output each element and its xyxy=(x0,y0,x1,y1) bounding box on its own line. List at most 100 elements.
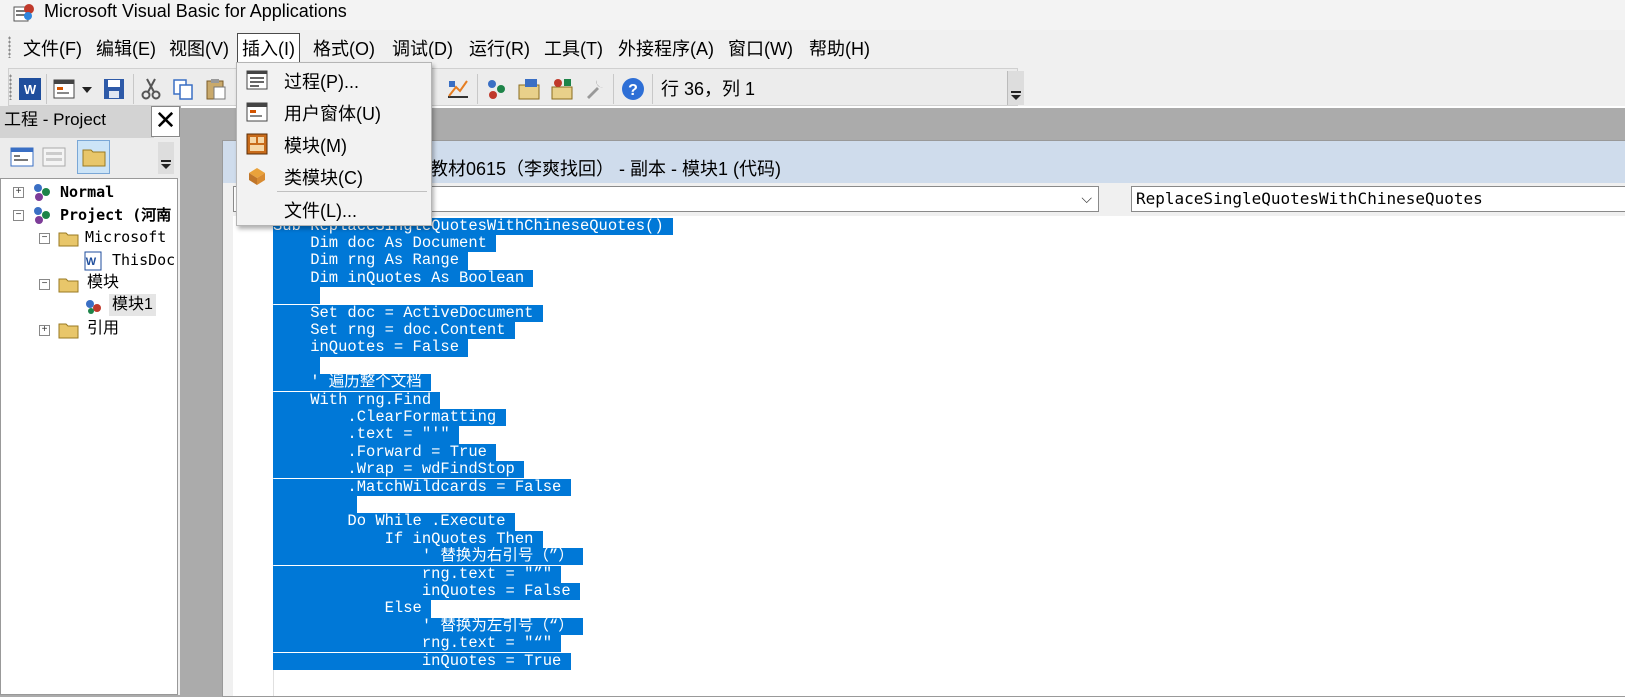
code-line[interactable]: ' 遍历整个文档 xyxy=(273,373,432,392)
menu-debug[interactable]: 调试(D) xyxy=(388,36,457,62)
tree-item-modules[interactable]: 模块 xyxy=(87,272,119,294)
title-bar: Microsoft Visual Basic for Applications xyxy=(0,0,1625,30)
word-document-icon: W xyxy=(84,251,102,271)
folder-open-icon xyxy=(58,232,79,247)
collapse-toggle[interactable]: − xyxy=(39,279,50,290)
insert-procedure-label: 过程(P)... xyxy=(284,72,359,92)
userform-icon[interactable] xyxy=(52,77,76,101)
save-icon[interactable] xyxy=(102,77,126,101)
insert-class-module-item[interactable]: 类模块(C) xyxy=(237,161,431,191)
insert-module-item[interactable]: 模块(M) xyxy=(237,129,431,159)
code-line[interactable]: ' 替换为右引号（”） xyxy=(273,547,584,566)
code-line[interactable]: rng.text = "”" xyxy=(273,565,562,583)
code-line[interactable] xyxy=(273,356,320,375)
project-node-icon xyxy=(34,184,50,201)
toolbar-grip[interactable] xyxy=(9,74,12,100)
code-line[interactable]: .text = "'" xyxy=(273,425,460,444)
view-code-icon[interactable] xyxy=(10,146,34,168)
code-line[interactable]: Dim rng As Range xyxy=(273,251,469,270)
project-explorer-panel: 工程 - Project ✕ + Normal − Project (河南 − … xyxy=(0,106,180,695)
window-title: Microsoft Visual Basic for Applications xyxy=(44,1,347,21)
insert-menu-dropdown: 过程(P)... 用户窗体(U) 模块(M) 类模块(C) 文件(L)... xyxy=(236,62,432,226)
menubar-grip[interactable] xyxy=(8,36,11,58)
dropdown-arrow-icon[interactable] xyxy=(79,77,95,101)
code-line[interactable]: Else xyxy=(273,599,432,618)
insert-file-item[interactable]: 文件(L)... xyxy=(237,194,431,224)
close-panel-button[interactable]: ✕ xyxy=(151,106,180,137)
menu-run[interactable]: 运行(R) xyxy=(465,36,534,62)
vba-app-icon xyxy=(13,4,34,22)
code-line[interactable]: .Forward = True xyxy=(273,443,497,462)
code-line[interactable]: rng.text = "“" xyxy=(273,634,562,653)
toggle-folders-button[interactable] xyxy=(77,140,110,174)
chevron-down-icon: ⌵ xyxy=(1081,190,1092,206)
module-icon xyxy=(246,133,268,155)
copy-icon[interactable] xyxy=(171,77,195,101)
code-line[interactable]: Set doc = ActiveDocument xyxy=(273,304,543,322)
cut-icon[interactable] xyxy=(139,77,163,101)
folder-icon xyxy=(82,149,106,167)
project-panel-toolbar xyxy=(0,138,180,178)
toolbar-separator xyxy=(133,74,134,104)
tree-item-references[interactable]: 引用 xyxy=(87,318,119,340)
code-line[interactable]: inQuotes = False xyxy=(273,582,580,601)
toolbar-overflow-button[interactable] xyxy=(1007,71,1024,105)
collapse-toggle[interactable]: − xyxy=(39,233,50,244)
menu-addins[interactable]: 外接程序(A) xyxy=(614,36,718,62)
collapse-toggle[interactable]: − xyxy=(13,210,24,221)
design-mode-icon[interactable] xyxy=(446,77,470,101)
properties-icon[interactable] xyxy=(517,77,541,101)
paste-icon[interactable] xyxy=(204,77,228,101)
word-icon[interactable]: W xyxy=(18,77,42,101)
menu-format[interactable]: 格式(O) xyxy=(309,36,379,62)
toolbox-icon[interactable] xyxy=(583,77,607,101)
svg-text:W: W xyxy=(86,256,97,268)
menu-file[interactable]: 文件(F) xyxy=(19,36,86,62)
code-margin[interactable] xyxy=(233,216,274,696)
view-object-icon[interactable] xyxy=(42,146,66,168)
tree-item-normal[interactable]: Normal xyxy=(60,181,114,203)
code-line[interactable] xyxy=(273,495,357,514)
code-line[interactable]: .Wrap = wdFindStop xyxy=(273,460,525,479)
menu-help[interactable]: 帮助(H) xyxy=(805,36,874,62)
code-line[interactable]: .MatchWildcards = False xyxy=(273,478,571,496)
tree-item-microsoft[interactable]: Microsoft xyxy=(85,226,166,248)
expand-toggle[interactable]: + xyxy=(13,187,24,198)
code-line[interactable]: Set rng = doc.Content xyxy=(273,321,515,340)
object-browser-icon[interactable] xyxy=(550,77,574,101)
toolbar-separator xyxy=(652,74,653,104)
menu-edit[interactable]: 编辑(E) xyxy=(92,36,160,62)
code-line[interactable]: ' 替换为左引号（“） xyxy=(273,617,584,636)
menu-insert[interactable]: 插入(I) xyxy=(237,33,300,65)
panel-toolbar-overflow[interactable] xyxy=(158,142,174,174)
insert-userform-item[interactable]: 用户窗体(U) xyxy=(237,97,431,127)
code-line[interactable]: If inQuotes Then xyxy=(273,530,543,549)
project-explorer-icon[interactable] xyxy=(485,77,509,101)
expand-toggle[interactable]: + xyxy=(39,325,50,336)
procedure-combo[interactable]: ReplaceSingleQuotesWithChineseQuotes xyxy=(1131,186,1625,212)
svg-text:W: W xyxy=(24,82,37,97)
tree-item-project[interactable]: Project (河南 xyxy=(60,204,171,226)
code-line[interactable]: Dim doc As Document xyxy=(273,234,497,253)
menu-window[interactable]: 窗口(W) xyxy=(724,36,797,62)
menu-tools[interactable]: 工具(T) xyxy=(540,36,607,62)
insert-procedure-item[interactable]: 过程(P)... xyxy=(237,65,431,95)
code-line[interactable]: Dim inQuotes As Boolean xyxy=(273,269,534,288)
code-line[interactable]: inQuotes = False xyxy=(273,338,469,357)
insert-class-module-label: 类模块(C) xyxy=(284,168,363,188)
insert-userform-label: 用户窗体(U) xyxy=(284,104,381,124)
code-line[interactable]: .ClearFormatting xyxy=(273,408,506,427)
chevron-down-icon xyxy=(1011,91,1021,100)
code-line[interactable]: inQuotes = True xyxy=(273,652,571,670)
project-tree: + Normal − Project (河南 − Microsoft W Thi… xyxy=(0,178,178,695)
tree-item-module1[interactable]: 模块1 xyxy=(109,294,156,316)
code-line[interactable] xyxy=(273,287,320,305)
menu-view[interactable]: 视图(V) xyxy=(165,36,233,62)
tree-item-thisdocument[interactable]: ThisDoc xyxy=(112,249,175,271)
code-editor[interactable]: Sub ReplaceSingleQuotesWithChineseQuotes… xyxy=(233,216,1625,696)
help-icon[interactable]: ? xyxy=(621,77,645,101)
code-line[interactable]: With rng.Find xyxy=(273,391,441,409)
code-line[interactable]: Do While .Execute xyxy=(273,512,515,531)
code-window-title: 教材0615（李爽找回） - 副本 - 模块1 (代码) xyxy=(430,159,782,179)
class-module-icon xyxy=(249,168,265,185)
